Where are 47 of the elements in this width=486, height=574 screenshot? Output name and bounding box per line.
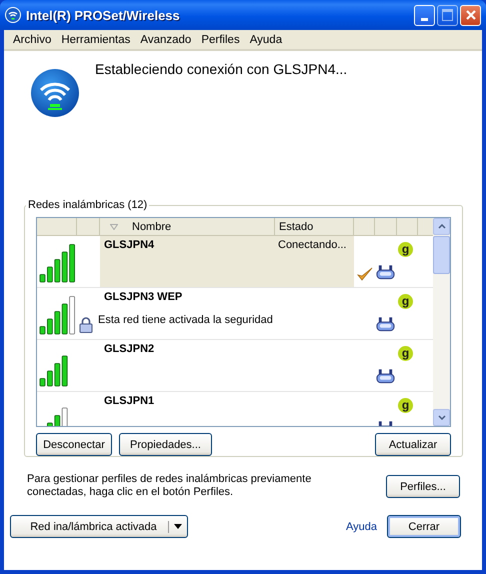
- column-label: Estado: [279, 220, 314, 232]
- network-status: Conectando...: [278, 239, 346, 251]
- scroll-thumb[interactable]: [433, 236, 450, 274]
- scrollbar[interactable]: [433, 218, 450, 426]
- network-name: GLSJPN4: [103, 239, 156, 251]
- security-note: Esta red tiene activada la seguridad: [98, 314, 274, 326]
- wifi-logo-icon: [5, 7, 21, 23]
- access-point-icon: [376, 316, 395, 332]
- network-row[interactable]: GLSJPN3 WEP Esta red tiene activada la seguridad g: [37, 288, 433, 340]
- menu-item[interactable]: Perfiles: [196, 34, 245, 46]
- column-header[interactable]: Estado: [275, 218, 354, 235]
- close-button[interactable]: [460, 4, 481, 26]
- column-label: Nombre: [132, 220, 172, 232]
- close-icon: [464, 9, 476, 21]
- column-header[interactable]: Nombre: [100, 218, 275, 235]
- group-title: Redes inalámbricas (12): [27, 199, 148, 211]
- minimize-button[interactable]: [414, 4, 435, 26]
- close-dialog-button[interactable]: Cerrar: [387, 515, 461, 538]
- maximize-button[interactable]: [437, 4, 458, 26]
- access-point-icon: [376, 368, 395, 384]
- band-badge: g: [398, 242, 413, 257]
- scroll-down-button[interactable]: [433, 409, 450, 426]
- band-badge: g: [398, 398, 413, 413]
- profiles-hint: Para gestionar perfiles de redes inalámbricas previamente conectadas, haga clic en el botón Perfiles.: [27, 473, 312, 499]
- window-title: Intel(R) PROSet/Wireless: [26, 8, 180, 22]
- action-button[interactable]: Desconectar: [36, 433, 112, 456]
- scroll-up-button[interactable]: [433, 218, 450, 235]
- menu-item[interactable]: Archivo: [8, 34, 56, 46]
- help-link[interactable]: Ayuda: [346, 520, 377, 532]
- menu-item[interactable]: Herramientas: [56, 34, 136, 46]
- sort-icon: [110, 224, 118, 230]
- menu-item[interactable]: Avanzado: [135, 34, 196, 46]
- band-badge: g: [398, 294, 413, 309]
- band-badge: g: [398, 346, 413, 361]
- action-button[interactable]: Propiedades...: [119, 433, 212, 456]
- network-name: GLSJPN3 WEP: [103, 291, 184, 303]
- network-row[interactable]: GLSJPN2 g: [37, 340, 433, 392]
- refresh-button[interactable]: Actualizar: [375, 433, 451, 456]
- profiles-button[interactable]: Perfiles...: [386, 475, 460, 498]
- network-name: GLSJPN2: [103, 343, 156, 355]
- menu-item[interactable]: Ayuda: [244, 34, 288, 46]
- wifi-logo-icon: [30, 68, 80, 118]
- access-point-icon: [376, 264, 395, 280]
- caret-icon: [174, 524, 182, 529]
- radio-split-button[interactable]: Red ina/lámbrica activada: [10, 515, 188, 538]
- network-name: GLSJPN1: [103, 395, 156, 407]
- status-message: Estableciendo conexión con GLSJPN4...: [95, 61, 348, 77]
